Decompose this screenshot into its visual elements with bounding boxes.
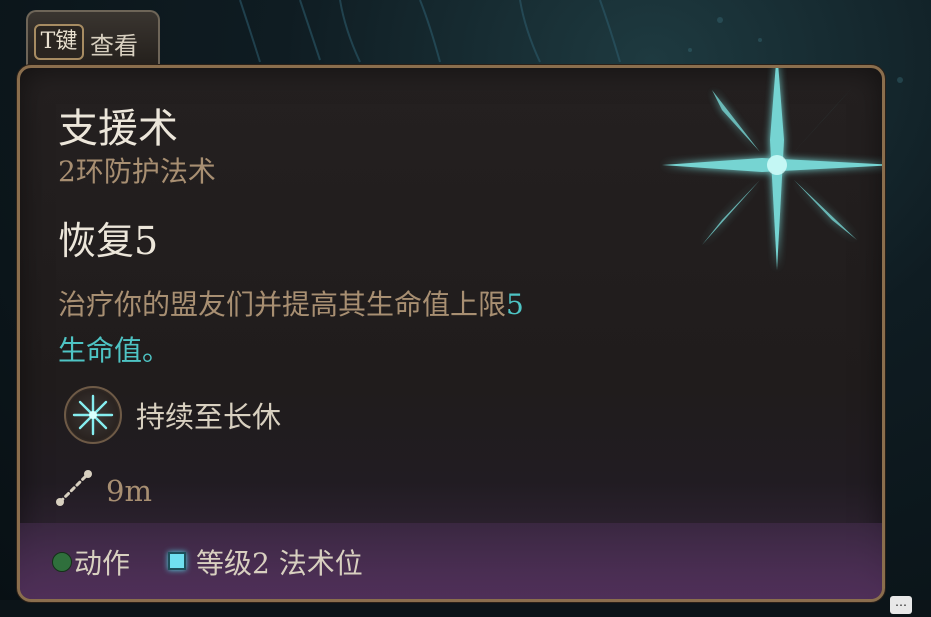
action-dot-icon	[52, 552, 72, 572]
t-key-badge: T键	[34, 24, 84, 60]
spell-slot-icon	[168, 552, 186, 570]
view-hint-label: 查看	[90, 32, 138, 60]
spell-name: 支援术	[58, 106, 178, 152]
aid-spell-star-icon	[662, 68, 882, 270]
spell-slot-cost-label: 等级2 法术位	[196, 547, 363, 580]
spell-effect: 恢复5	[58, 219, 159, 263]
chat-bubble-icon[interactable]: …	[890, 596, 912, 614]
range-icon	[56, 470, 92, 506]
description-value: 5	[506, 288, 524, 321]
aid-spell-small-icon	[64, 386, 122, 444]
description-main: 治疗你的盟友们并提高其生命值上限	[58, 288, 507, 321]
spell-range: 9m	[106, 474, 152, 508]
view-hint-tab[interactable]: T键 查看	[26, 10, 160, 66]
spell-tooltip: 支援术 2环防护法术 恢复5 治疗你的盟友们并提高其生命值上限5 生命值。 持续至…	[17, 65, 885, 602]
spell-description: 治疗你的盟友们并提高其生命值上限5 生命值。	[58, 282, 618, 374]
action-cost-label: 动作	[74, 547, 131, 580]
spell-duration: 持续至长休	[136, 400, 282, 434]
spell-level-school: 2环防护法术	[58, 155, 216, 188]
tooltip-footer	[20, 523, 882, 599]
description-tail: 生命值。	[58, 334, 171, 367]
